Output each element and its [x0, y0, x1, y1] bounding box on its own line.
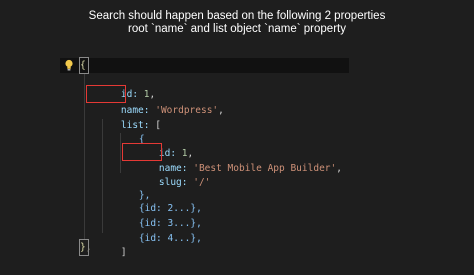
- comma: ,: [218, 105, 224, 116]
- code-line-export: export default [: [61, 43, 176, 71]
- collapsed-item-2[interactable]: {id: 2...},: [116, 186, 202, 214]
- code-line-list: list: [: [98, 103, 161, 131]
- code-line-list-close: ]: [98, 230, 127, 258]
- comma: ,: [336, 163, 342, 174]
- item-name-value: 'Best Mobile App Builder': [193, 163, 337, 174]
- item-name-key-highlight-box: [122, 143, 162, 161]
- matched-close-brace[interactable]: },: [79, 239, 91, 256]
- name-value: 'Wordpress': [155, 105, 219, 116]
- name-key-highlight-box: [86, 85, 126, 103]
- caption-line-2: root `name` and list object `name` prope…: [128, 23, 346, 35]
- lightbulb-icon[interactable]: [64, 59, 74, 71]
- indent-guide: [84, 74, 85, 240]
- caption-line-1: Search should happen based on the follow…: [88, 10, 386, 22]
- collapsed-item-4[interactable]: {id: 4...},: [116, 216, 202, 244]
- code-line-item-open: {: [116, 117, 145, 145]
- matched-open-brace[interactable]: {: [79, 57, 89, 74]
- current-line-highlight: [60, 58, 349, 73]
- code-line-item-name: name: 'Best Mobile App Builder',: [136, 146, 342, 174]
- collapsed-item-3[interactable]: {id: 3...},: [116, 201, 202, 229]
- list-open-bracket: [: [155, 120, 161, 131]
- list-close-bracket: ]: [120, 247, 127, 258]
